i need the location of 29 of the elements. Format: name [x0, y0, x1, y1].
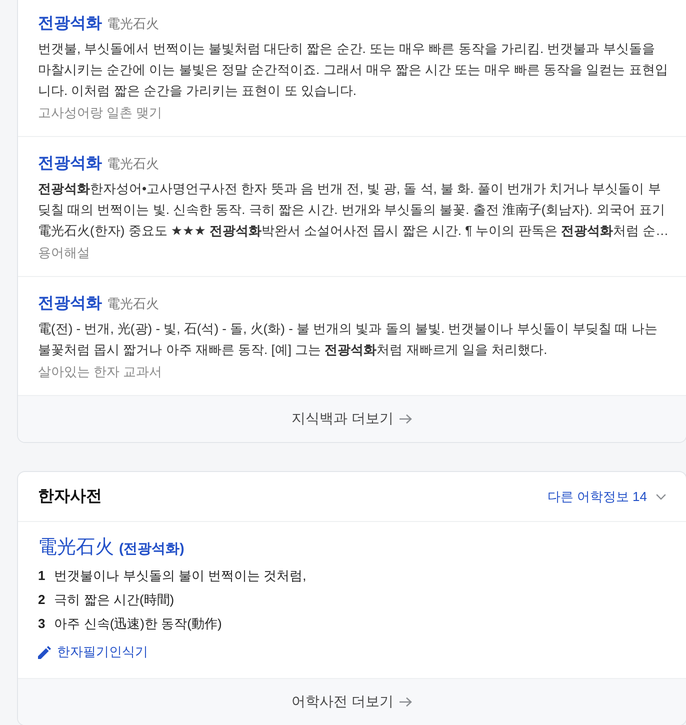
source-link[interactable]: 용어해설: [38, 242, 90, 264]
more-button[interactable]: 지식백과 더보기: [18, 396, 686, 442]
hanja-text: 電光石火: [107, 295, 159, 313]
meaning-number: 1: [38, 567, 46, 585]
hanja-word-link[interactable]: 電光石火: [38, 535, 114, 561]
arrow-right-icon: [399, 414, 412, 424]
entry-description: 전광석화한자성어•고사명언구사전 한자 뜻과 음 번개 전, 빛 광, 돌 석, 불 화. 풀이 번개가 치거나 부싯돌이 부딪칠 때의 번쩍이는 빛. 신속한 동작. 극히 짧은 시간. 번개와 부싯돌의 불꽃. 출전 淮南子(회남자). 외국어 표기 電光石火(한자) 중요도 ★★★ 전광석화박완서 소설어사전 몹시 짧은 시간. ¶ 누이의 판독은 전광석화처럼 순…: [38, 180, 670, 240]
entry-description: 電(전) - 번개, 光(광) - 빛, 石(석) - 돌, 火(화) - 불 번개의 빛과 돌의 불빛. 번갯불이나 부싯돌이 부딪칠 때 나는 불꽃처럼 몹시 짧거나 아주 재빠른 동작. [예] 그는 전광석화처럼 재빠르게 일을 처리했다.: [38, 320, 659, 359]
hanja-text: 電光石火: [107, 155, 159, 173]
handwriting-link[interactable]: 한자필기인식기: [38, 642, 148, 662]
arrow-right-icon: [399, 696, 412, 706]
section-title: 한자사전: [38, 487, 102, 507]
meaning-number: 2: [38, 591, 46, 609]
pencil-icon: [38, 646, 51, 658]
other-info-button[interactable]: 다른 어학정보 14: [547, 488, 666, 506]
entry-title-link[interactable]: 전광석화: [38, 153, 102, 175]
meaning-number: 3: [38, 615, 46, 633]
chevron-down-icon: [656, 494, 666, 500]
entry-description: 번갯불, 부싯돌에서 번쩍이는 불빛처럼 대단히 짧은 순간. 또는 매우 빠른 동작을 가리킴. 번갯불과 부싯돌을 마찰시키는 순간에 이는 불빛은 정말 순간적이죠. 그래서 매우 짧은 시간 또는 매우 빠른 동작을 일컫는 표현입니다. 이처럼 짧은 순간을 가리키는 표현이 또 있습니다.: [38, 40, 669, 100]
meaning-text: 번갯불이나 부싯돌의 불이 번쩍이는 것처럼,: [54, 567, 306, 585]
source-link[interactable]: 고사성어랑 일촌 맺기: [38, 102, 162, 124]
entry-title-link[interactable]: 전광석화: [38, 293, 102, 315]
more-button[interactable]: 어학사전 더보기: [18, 678, 686, 724]
reading-text: (전광석화): [119, 539, 184, 558]
hanja-text: 電光石火: [107, 15, 159, 33]
meaning-text: 아주 신속(迅速)한 동작(動作): [54, 615, 222, 633]
meaning-text: 극히 짧은 시간(時間): [54, 591, 174, 609]
entry-title-link[interactable]: 전광석화: [38, 13, 102, 35]
source-link[interactable]: 살아있는 한자 교과서: [38, 361, 162, 383]
